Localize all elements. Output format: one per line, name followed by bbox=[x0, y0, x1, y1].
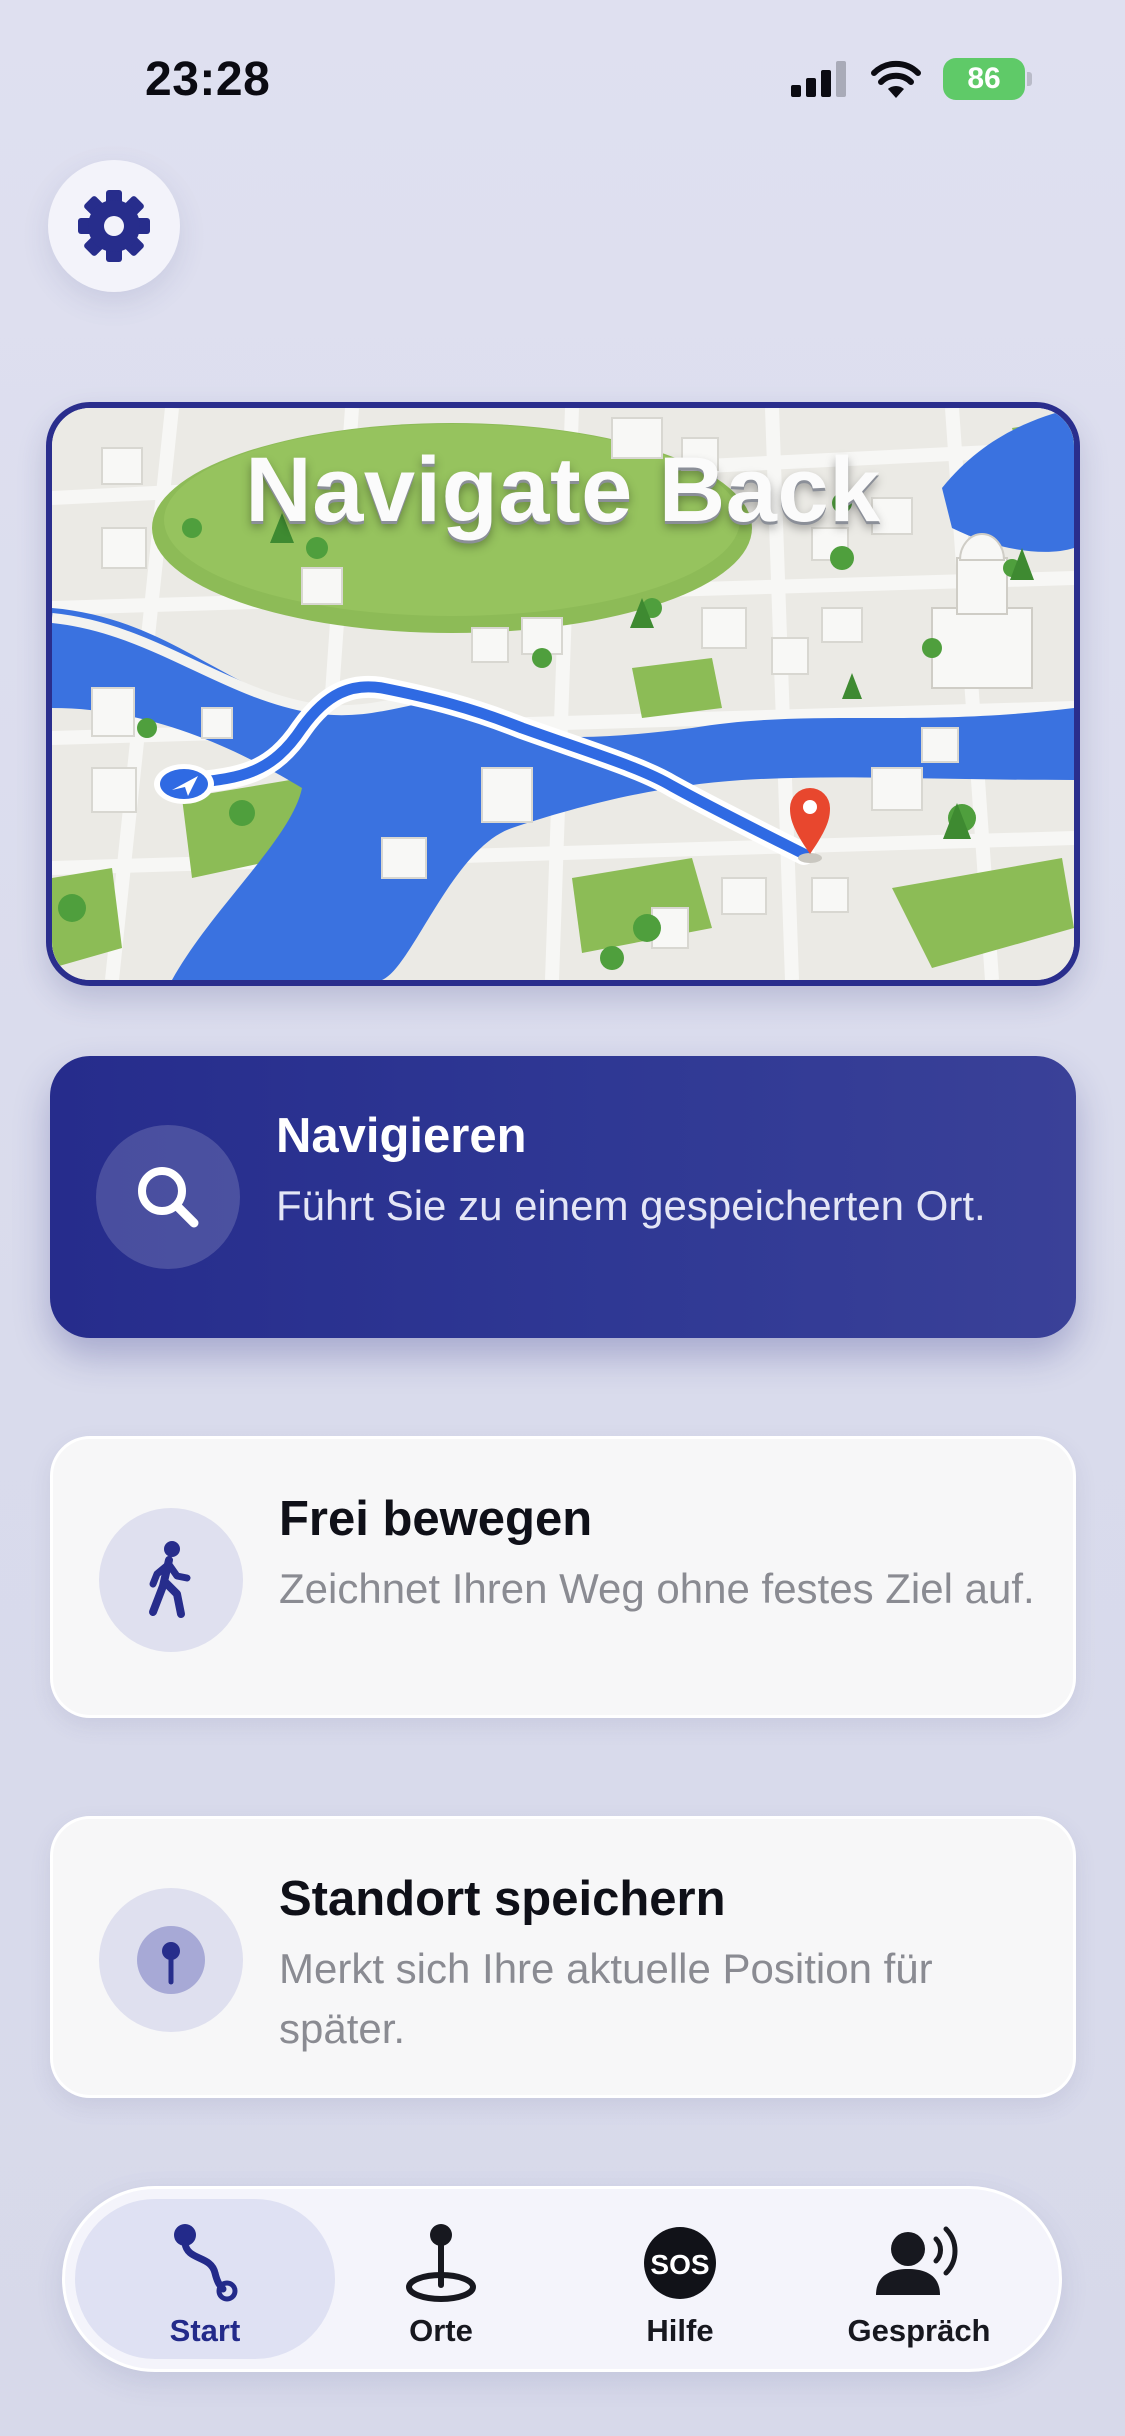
home-screen: 23:28 86 Navigate Back Navigieren Führt … bbox=[0, 0, 1125, 2436]
status-bar: 23:28 86 bbox=[0, 0, 1125, 150]
navigate-card-title: Navigieren bbox=[276, 1109, 527, 1163]
settings-button[interactable] bbox=[48, 160, 180, 292]
search-icon bbox=[138, 1167, 199, 1228]
battery-level: 86 bbox=[967, 62, 1001, 95]
navigate-card[interactable]: Navigieren Führt Sie zu einem gespeicher… bbox=[50, 1056, 1076, 1338]
free-move-card-description: Zeichnet Ihren Weg ohne festes Ziel auf. bbox=[279, 1565, 1035, 1612]
save-location-card[interactable]: Standort speichern Merkt sich Ihre aktue… bbox=[50, 1816, 1076, 2098]
map-pin-icon bbox=[406, 2224, 476, 2302]
wifi-icon bbox=[871, 60, 921, 98]
walking-person-icon bbox=[149, 1541, 191, 1618]
tab-gespraech[interactable]: Gespräch bbox=[789, 2199, 1049, 2359]
speaking-person-icon bbox=[876, 2226, 958, 2295]
battery-indicator: 86 bbox=[943, 58, 1032, 100]
free-move-card[interactable]: Frei bewegen Zeichnet Ihren Weg ohne fes… bbox=[50, 1436, 1076, 1718]
save-location-icon-circle bbox=[99, 1888, 243, 2032]
start-location-marker bbox=[154, 764, 214, 804]
tab-orte-label: Orte bbox=[409, 2313, 473, 2348]
bottom-tab-bar: Start Orte SOS Hilfe Gespräch bbox=[62, 2186, 1062, 2372]
status-icons: 86 bbox=[791, 58, 1032, 100]
free-move-icon-circle bbox=[99, 1508, 243, 1652]
tab-hilfe-label: Hilfe bbox=[646, 2313, 714, 2348]
navigate-icon-circle bbox=[96, 1125, 240, 1269]
save-location-card-description: Merkt sich Ihre aktuelle Position für sp… bbox=[279, 1945, 933, 2052]
battery-tip bbox=[1027, 72, 1032, 86]
tab-start-label: Start bbox=[169, 2313, 241, 2348]
tab-orte[interactable]: Orte bbox=[311, 2199, 571, 2359]
gear-icon bbox=[78, 190, 150, 262]
save-location-card-title: Standort speichern bbox=[279, 1872, 726, 1926]
tab-hilfe[interactable]: SOS Hilfe bbox=[550, 2199, 810, 2359]
hero-title: Navigate Back bbox=[245, 439, 881, 541]
tab-start[interactable]: Start bbox=[75, 2199, 335, 2359]
cellular-signal-icon bbox=[791, 61, 846, 97]
pin-icon bbox=[137, 1926, 205, 1994]
sos-icon-text: SOS bbox=[650, 2249, 709, 2280]
sos-icon: SOS bbox=[644, 2227, 716, 2299]
status-time: 23:28 bbox=[145, 53, 271, 106]
navigate-card-description: Führt Sie zu einem gespeicherten Ort. bbox=[276, 1182, 986, 1229]
hero-banner: Navigate Back bbox=[46, 402, 1080, 986]
tab-gespraech-label: Gespräch bbox=[847, 2313, 991, 2348]
free-move-card-title: Frei bewegen bbox=[279, 1492, 593, 1546]
route-icon bbox=[174, 2224, 238, 2302]
